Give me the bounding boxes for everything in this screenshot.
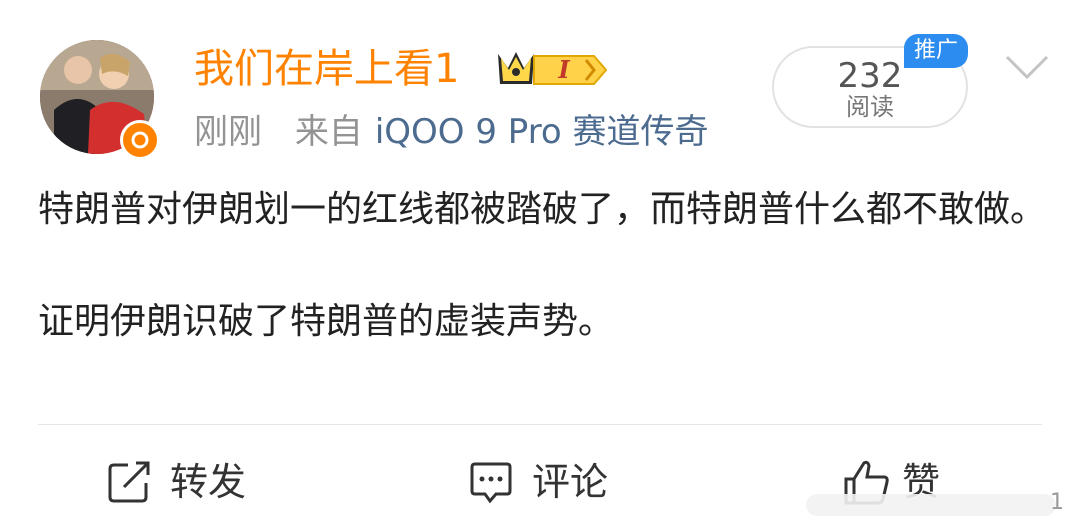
username[interactable]: 我们在岸上看1 [194,44,459,94]
svg-text:I: I [557,55,570,84]
post-content: 特朗普对伊朗划一的红线都被踏破了，而特朗普什么都不敢做。 证明伊朗识破了特朗普的… [38,182,1048,350]
vip-badge-icon[interactable]: I [494,44,610,92]
source-device[interactable]: iQOO 9 Pro 赛道传奇 [375,112,709,152]
post-paragraph: 特朗普对伊朗划一的红线都被踏破了，而特朗普什么都不敢做。 [38,189,1047,230]
post-paragraph: 证明伊朗识破了特朗普的虚装声势。 [38,301,615,342]
comment-icon [470,462,512,504]
verified-badge-icon [120,120,160,160]
comment-button[interactable]: 评论 [468,452,608,512]
scroll-overlay [806,494,1056,516]
post-header: 我们在岸上看1 I 刚刚 来自 iQOO 9 Pro 赛道传奇 232 阅读 推广 [0,0,1080,170]
repost-label: 转发 [170,460,247,504]
promo-badge: 推广 [904,34,968,68]
chevron-down-icon[interactable] [1004,52,1050,82]
post-time: 刚刚 [194,112,262,152]
divider [38,424,1042,425]
comment-label: 评论 [532,460,609,504]
repost-icon [108,461,150,503]
source-prefix: 来自 [294,112,363,152]
post-meta: 刚刚 来自 iQOO 9 Pro 赛道传奇 [194,110,709,154]
repost-button[interactable]: 转发 [106,452,246,512]
overlay-number: 1 [1050,490,1064,515]
read-label: 阅读 [846,93,894,121]
